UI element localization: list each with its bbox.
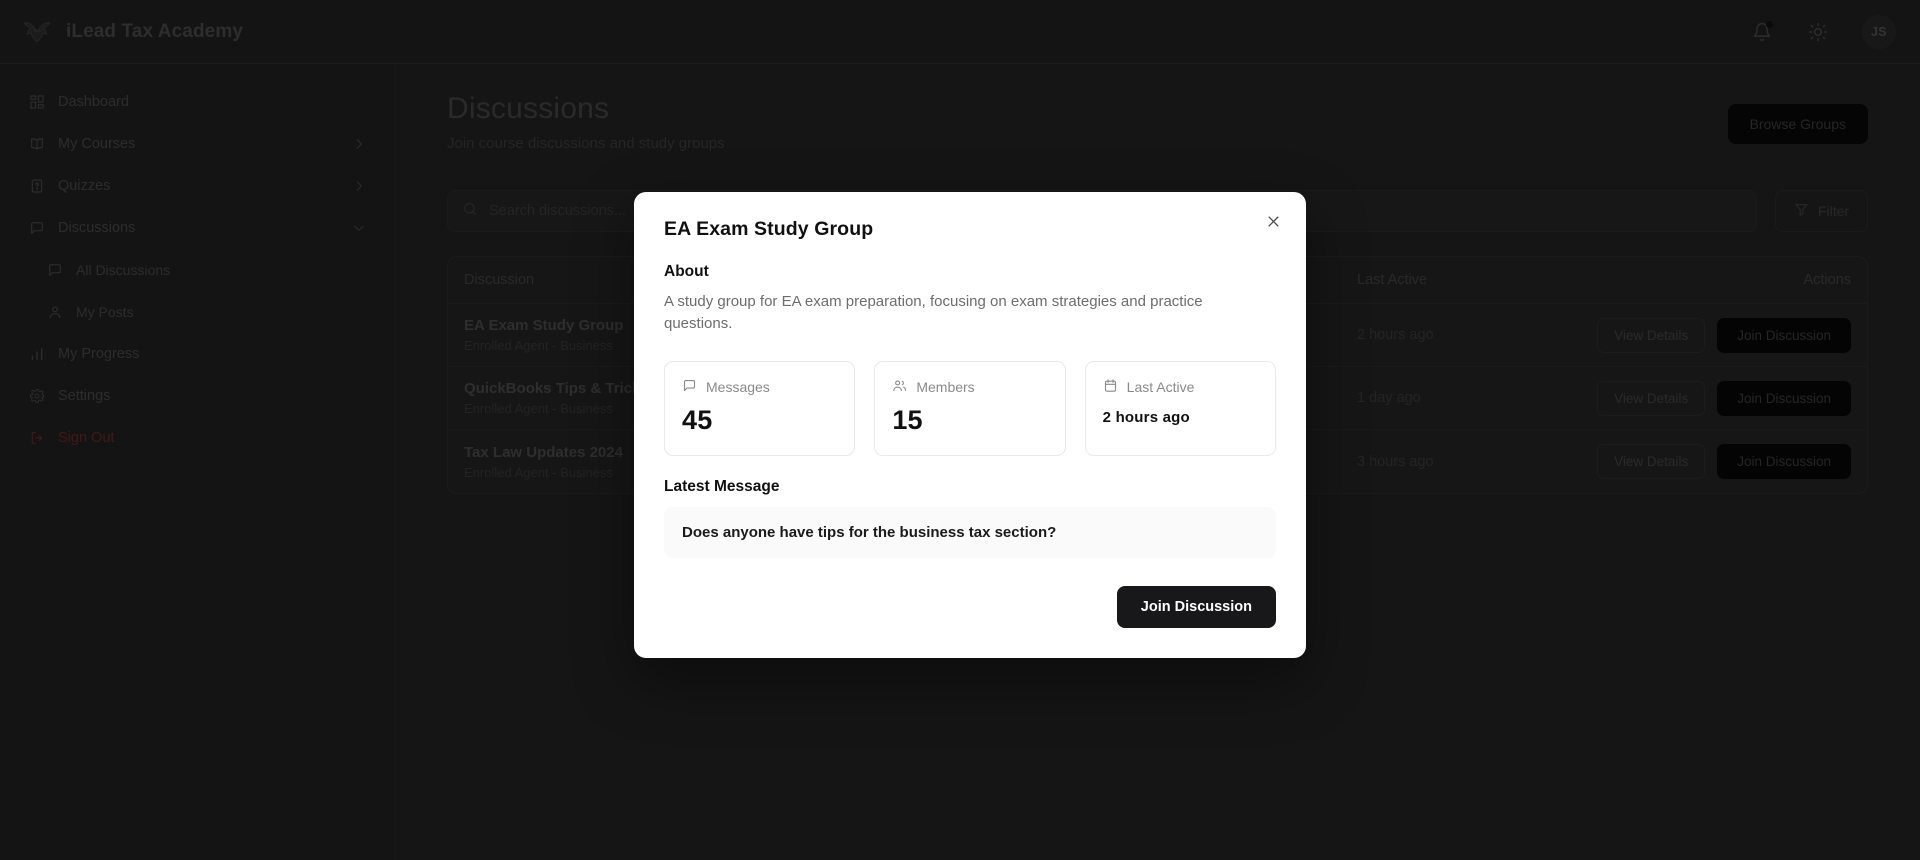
chat-icon (682, 378, 697, 396)
join-discussion-button[interactable]: Join Discussion (1116, 586, 1276, 629)
stat-label: Members (916, 379, 975, 396)
latest-message-text: Does anyone have tips for the business t… (664, 507, 1276, 559)
stat-value: 2 hours ago (1102, 409, 1190, 427)
about-text: A study group for EA exam preparation, f… (664, 293, 1203, 333)
stat-label: Messages (706, 379, 770, 396)
stat-value: 45 (682, 405, 713, 436)
users-icon (892, 378, 907, 396)
close-icon[interactable] (1262, 210, 1284, 232)
stat-header: Messages (682, 378, 837, 396)
stat-header: Last Active (1103, 378, 1258, 396)
modal-stat-cards: Messages 45 Members 15 Last Active 2 hours ag… (664, 361, 1276, 457)
stat-card-messages: Messages 45 (664, 361, 856, 457)
modal-title: EA Exam Study Group (664, 218, 874, 240)
stat-label: Last Active (1126, 379, 1195, 396)
calendar-icon (1103, 378, 1118, 396)
app-root: iLead Tax Academy JS DashboardMy Courses… (0, 0, 1920, 860)
modal-footer: Join Discussion (664, 586, 1276, 629)
latest-message-heading: Latest Message (664, 478, 780, 496)
stat-card-members: Members 15 (874, 361, 1066, 457)
group-details-modal: EA Exam Study Group About A study group … (634, 192, 1306, 659)
stat-card-last-active: Last Active 2 hours ago (1084, 361, 1276, 457)
stat-value: 15 (892, 405, 923, 436)
stat-header: Members (892, 378, 1047, 396)
about-heading: About (664, 263, 709, 280)
